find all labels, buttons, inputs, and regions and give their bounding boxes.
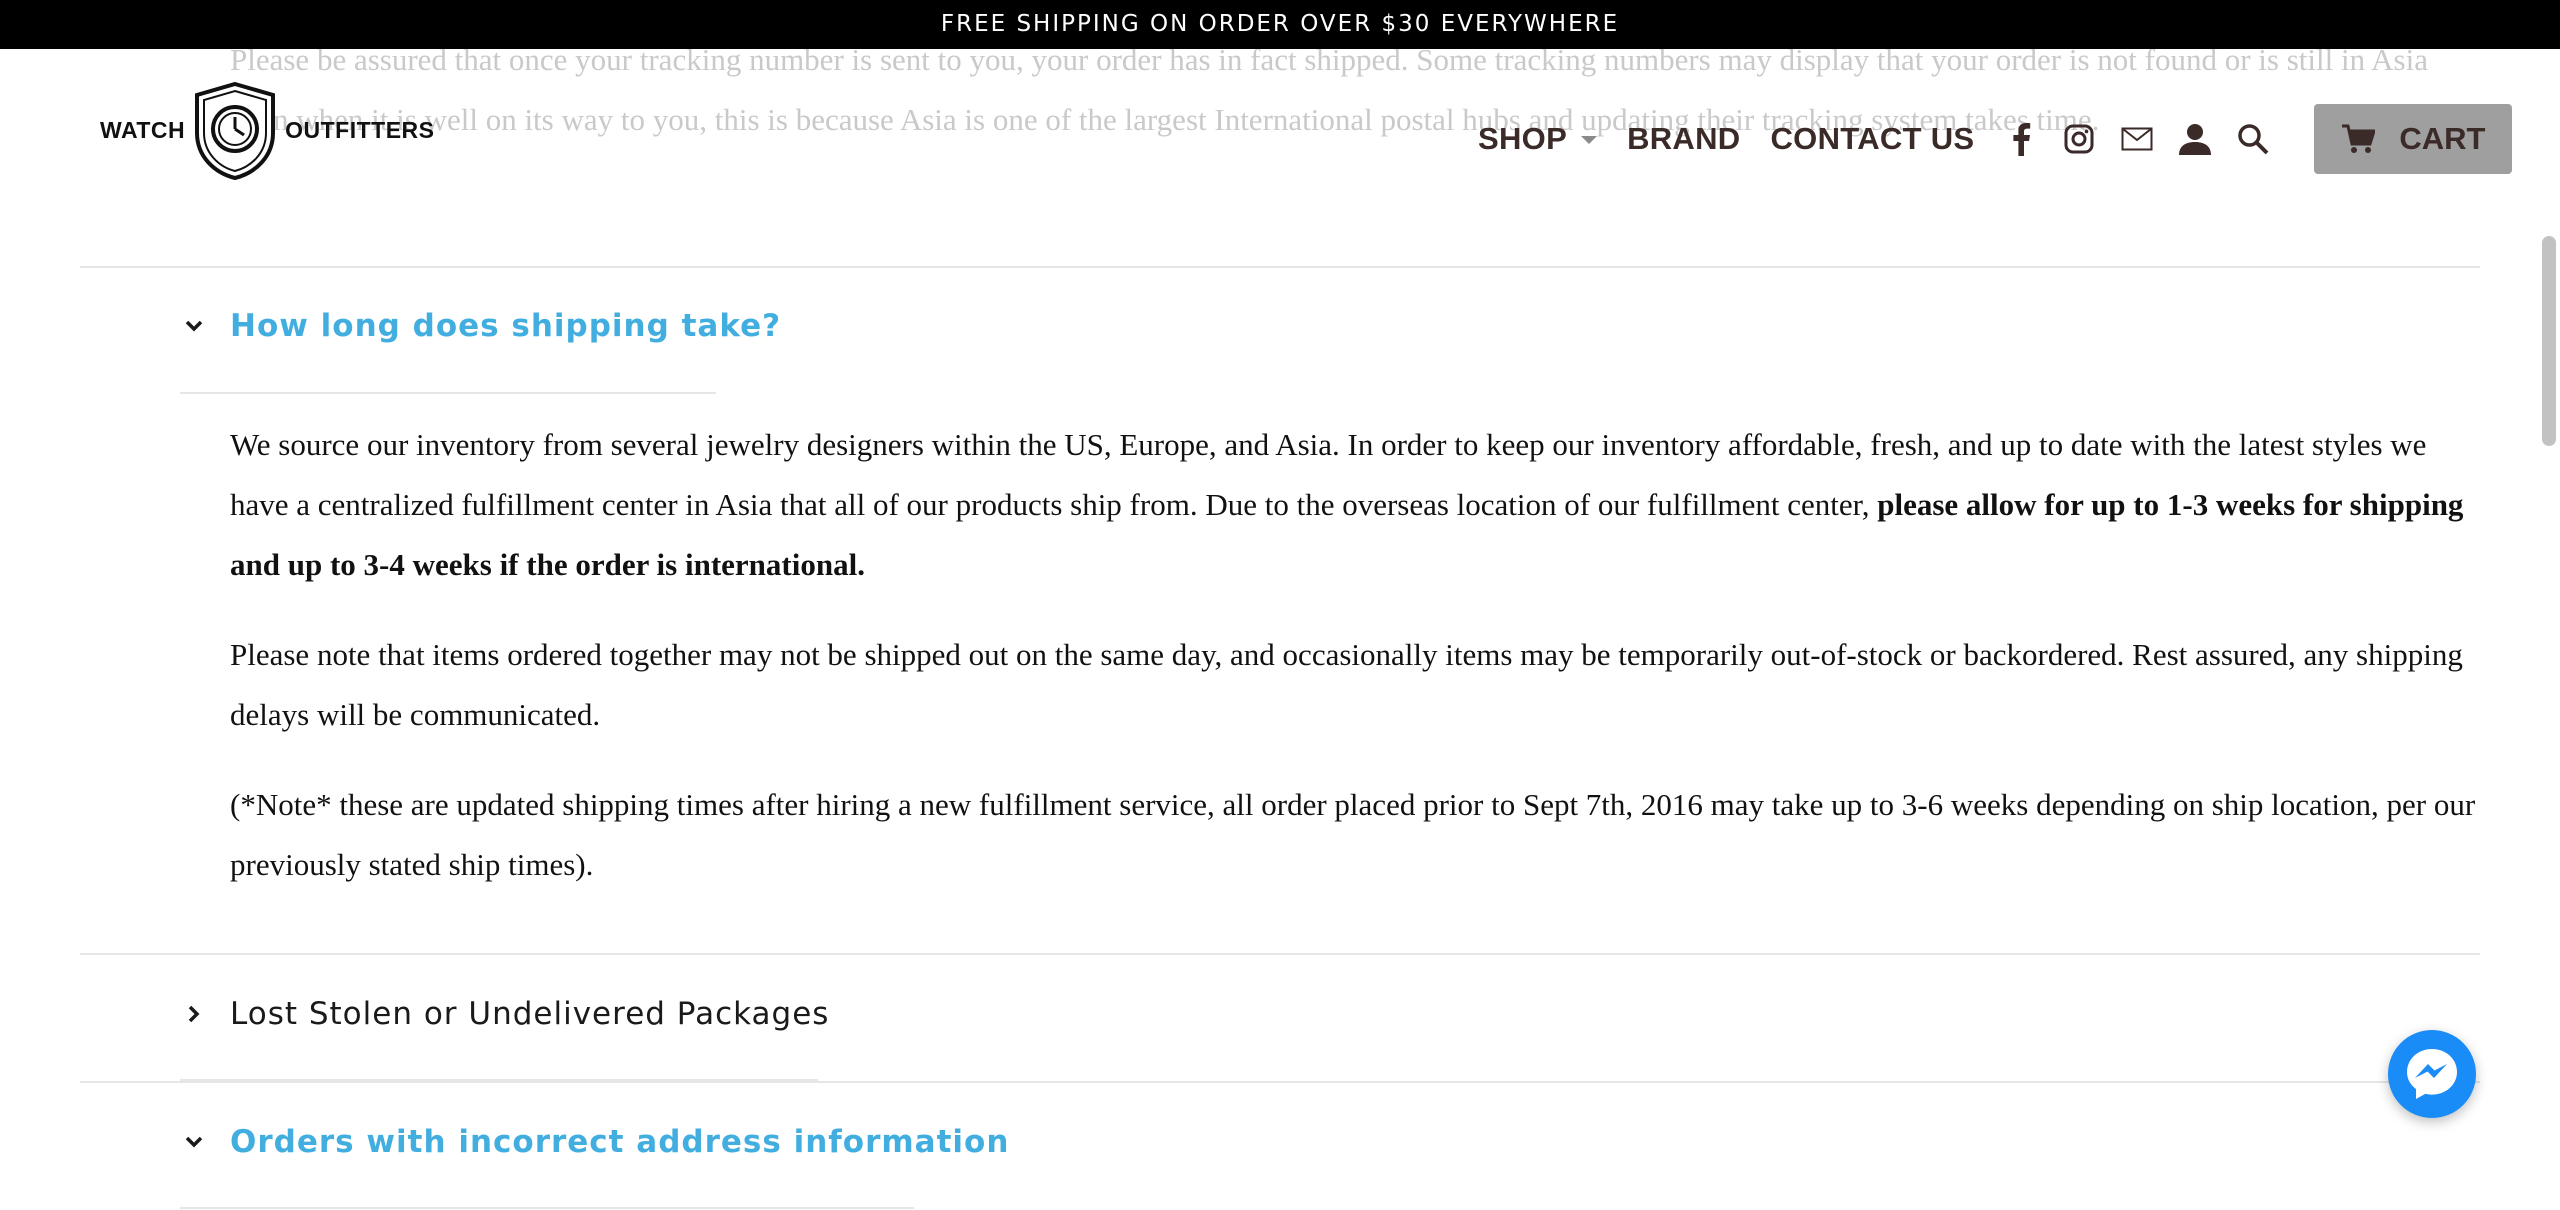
faq-question-shipping-time[interactable]: How long does shipping take?	[178, 308, 781, 344]
answer-paragraph: (*Note* these are updated shipping times…	[230, 787, 2476, 882]
nav-shop-label: SHOP	[1478, 121, 1568, 156]
cart-button[interactable]: CART	[2314, 104, 2513, 174]
faq-question-incorrect-address[interactable]: Orders with incorrect address informatio…	[178, 1124, 1009, 1160]
instagram-icon[interactable]	[2062, 122, 2096, 156]
faq-question-lost-packages[interactable]: Lost Stolen or Undelivered Packages	[178, 996, 829, 1032]
main-nav: SHOP BRAND CONTACT US CART	[1478, 103, 2513, 175]
chevron-down-icon	[1581, 136, 1598, 144]
page-scrollbar[interactable]	[2542, 236, 2556, 446]
chevron-down-icon	[178, 320, 210, 332]
search-icon[interactable]	[2236, 122, 2270, 156]
watch-shield-icon	[195, 81, 276, 180]
faq-divider	[80, 1081, 2480, 1083]
nav-brand[interactable]: BRAND	[1627, 121, 1740, 157]
faq-question-label: Orders with incorrect address informatio…	[230, 1124, 1010, 1160]
site-logo[interactable]: WATCH OUTFITTERS	[100, 78, 435, 183]
chevron-down-icon	[178, 1136, 210, 1148]
faq-question-label: How long does shipping take?	[230, 308, 782, 344]
announcement-text: FREE SHIPPING ON ORDER OVER $30 EVERYWHE…	[940, 11, 1620, 37]
faq-divider	[80, 266, 2480, 268]
answer-paragraph: We source our inventory from several jew…	[230, 415, 2480, 595]
user-icon[interactable]	[2178, 122, 2212, 156]
facebook-icon[interactable]	[2004, 122, 2038, 156]
faq-answer-shipping-time: We source our inventory from several jew…	[230, 415, 2480, 895]
mail-icon[interactable]	[2120, 122, 2154, 156]
logo-word-right: OUTFITTERS	[285, 117, 435, 143]
logo-word-left: WATCH	[100, 117, 186, 143]
nav-contact[interactable]: CONTACT US	[1771, 121, 1975, 157]
question-underline	[180, 392, 716, 394]
faq-divider	[80, 953, 2480, 955]
faq-question-label: Lost Stolen or Undelivered Packages	[230, 996, 830, 1032]
answer-paragraph: Please note that items ordered together …	[230, 637, 2463, 732]
nav-contact-label: CONTACT US	[1770, 121, 1975, 156]
question-underline	[180, 1207, 914, 1209]
nav-shop[interactable]: SHOP	[1478, 121, 1598, 157]
chevron-right-icon	[178, 1005, 210, 1023]
cart-icon	[2342, 124, 2376, 153]
nav-brand-label: BRAND	[1627, 121, 1741, 156]
messenger-chat-button[interactable]	[2388, 1030, 2476, 1118]
messenger-icon	[2407, 1049, 2457, 1099]
cart-label: CART	[2399, 121, 2486, 156]
announcement-bar: FREE SHIPPING ON ORDER OVER $30 EVERYWHE…	[0, 0, 2560, 49]
